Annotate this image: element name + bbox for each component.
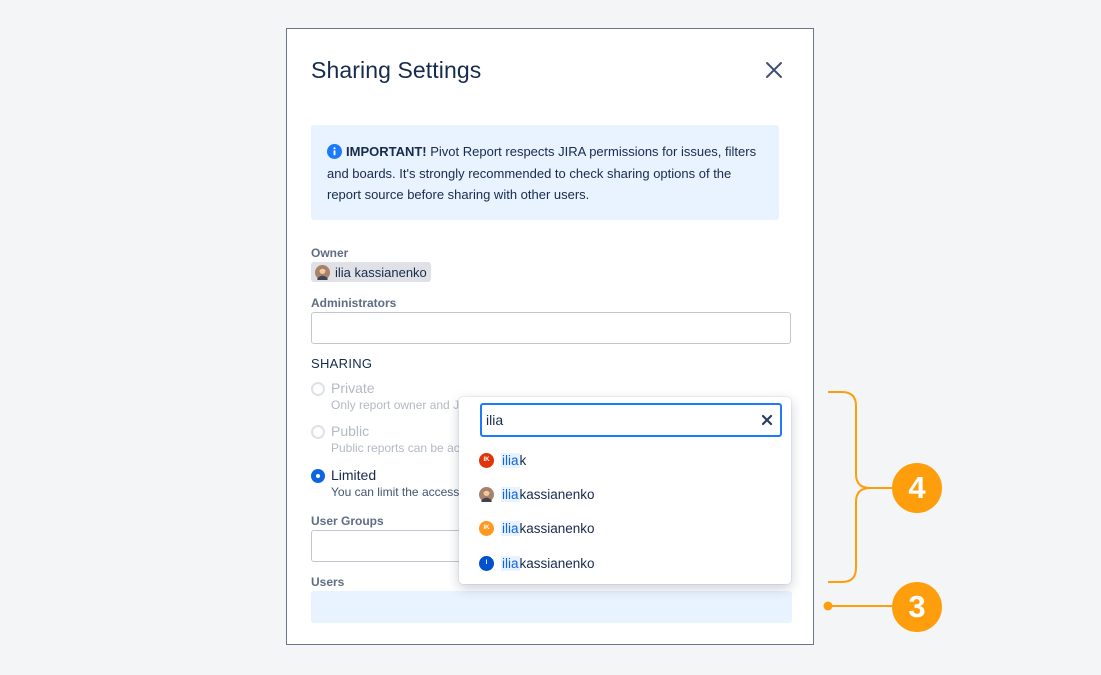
user-search-dropdown: IK ilia k ilia kassianenko IK ilia kassi…: [459, 397, 791, 584]
radio-public[interactable]: [311, 425, 325, 439]
match-highlight: ilia: [501, 486, 520, 502]
user-option[interactable]: I ilia kassianenko: [479, 552, 595, 574]
option-name: kassianenko: [519, 520, 595, 536]
avatar: [479, 486, 494, 502]
radio-label: Limited: [331, 467, 377, 483]
user-search-input[interactable]: [486, 405, 756, 435]
important-notice: IMPORTANT! Pivot Report respects JIRA pe…: [311, 125, 779, 220]
avatar: [315, 264, 330, 280]
dialog-title: Sharing Settings: [311, 57, 482, 83]
avatar: I: [479, 555, 494, 571]
radio-description: You can limit the access: [331, 485, 460, 499]
option-name: k: [519, 452, 527, 468]
sharing-heading: SHARING: [311, 356, 373, 371]
user-option[interactable]: IK ilia k: [479, 449, 526, 471]
administrators-input[interactable]: [311, 312, 791, 344]
radio-description: Only report owner and J: [331, 398, 460, 412]
owner-label: Owner: [311, 246, 349, 260]
clear-icon: [761, 414, 773, 426]
avatar: IK: [479, 452, 494, 468]
radio-limited[interactable]: [311, 469, 325, 483]
annotation-badge-4: 4: [892, 463, 942, 513]
annotation-badge-3: 3: [892, 582, 942, 632]
radio-label: Public: [331, 423, 370, 439]
notice-emphasis: IMPORTANT!: [346, 144, 427, 159]
administrators-label: Administrators: [311, 296, 397, 310]
option-name: kassianenko: [519, 555, 595, 571]
user-groups-label: User Groups: [311, 514, 384, 528]
owner-chip: ilia kassianenko: [311, 262, 431, 282]
users-label: Users: [311, 575, 345, 589]
close-button[interactable]: [761, 57, 787, 83]
radio-description: Public reports can be ac: [331, 441, 460, 455]
user-groups-input[interactable]: [311, 530, 471, 562]
radio-label: Private: [331, 380, 375, 396]
match-highlight: ilia: [501, 452, 520, 468]
owner-name: ilia kassianenko: [335, 264, 427, 280]
option-name: kassianenko: [519, 486, 595, 502]
info-icon: [327, 144, 342, 159]
user-option[interactable]: ilia kassianenko: [479, 483, 595, 505]
close-icon: [766, 62, 782, 78]
clear-search-button[interactable]: [760, 413, 774, 427]
user-search-box: [480, 403, 782, 437]
avatar: IK: [479, 520, 494, 536]
user-option[interactable]: IK ilia kassianenko: [479, 517, 595, 539]
match-highlight: ilia: [501, 555, 520, 571]
annotation-bracket: [823, 391, 892, 611]
radio-private[interactable]: [311, 382, 325, 396]
users-input[interactable]: [311, 591, 792, 623]
match-highlight: ilia: [501, 520, 520, 536]
